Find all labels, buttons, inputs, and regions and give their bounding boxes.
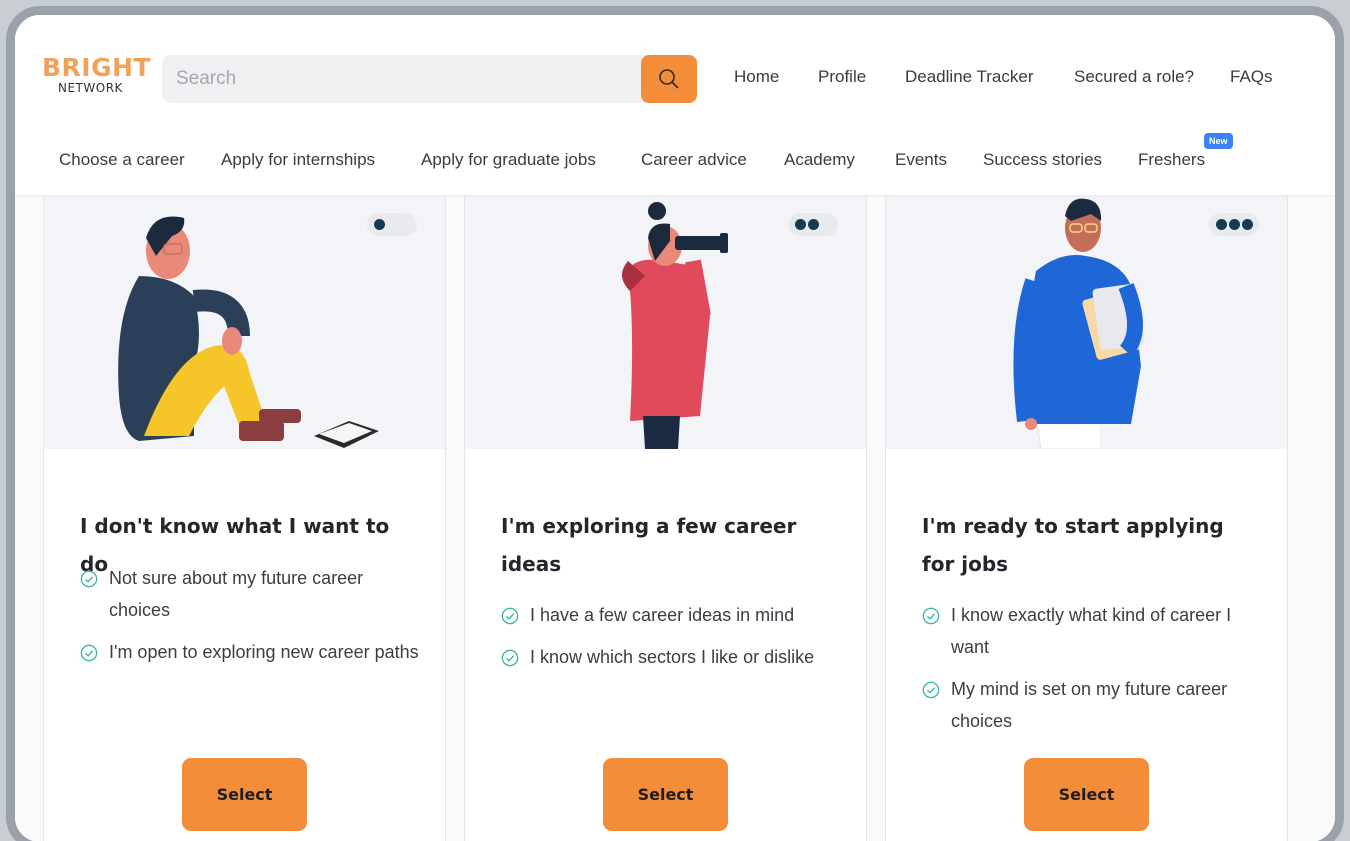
card-illustration <box>886 166 1287 449</box>
nav-link-academy[interactable]: Academy <box>784 150 855 170</box>
check-circle-icon <box>922 681 940 699</box>
career-stage-card-3: I'm ready to start applying for jobs I k… <box>885 165 1288 841</box>
card-title: I'm ready to start applying for jobs <box>922 514 1224 576</box>
progress-dot <box>387 219 398 230</box>
card-bullet-list: Not sure about my future career choices … <box>80 562 420 678</box>
progress-dots <box>367 213 417 236</box>
list-item: I'm open to exploring new career paths <box>80 636 420 668</box>
list-item: I know which sectors I like or dislike <box>501 641 841 673</box>
progress-dot <box>808 219 819 230</box>
device-frame: I don't know what I want to do Not sure … <box>6 6 1344 841</box>
nav-link-deadline-tracker[interactable]: Deadline Tracker <box>905 67 1034 87</box>
card-bullet-list: I have a few career ideas in mind I know… <box>501 599 841 683</box>
check-circle-icon <box>80 644 98 662</box>
select-button[interactable]: Select <box>182 758 307 831</box>
progress-dot <box>400 219 411 230</box>
browser-viewport: I don't know what I want to do Not sure … <box>15 15 1335 841</box>
progress-dots <box>1209 213 1259 236</box>
nav-link-events[interactable]: Events <box>895 150 947 170</box>
career-stage-card-2: I'm exploring a few career ideas I have … <box>464 165 867 841</box>
nav-link-home[interactable]: Home <box>734 67 779 87</box>
career-stage-card-1: I don't know what I want to do Not sure … <box>43 165 446 841</box>
list-item: I know exactly what kind of career I wan… <box>922 599 1262 663</box>
logo-wordmark: BRIGHT <box>42 53 152 82</box>
new-badge: New <box>1204 133 1233 149</box>
card-title: I'm exploring a few career ideas <box>501 514 797 576</box>
bullet-text: Not sure about my future career choices <box>109 568 364 620</box>
search-icon <box>659 69 679 89</box>
nav-link-apply-for-graduate-jobs[interactable]: Apply for graduate jobs <box>421 150 596 170</box>
bullet-text: I have a few career ideas in mind <box>530 605 795 625</box>
check-circle-icon <box>80 570 98 588</box>
card-illustration <box>465 166 866 449</box>
check-circle-icon <box>922 607 940 625</box>
person-with-folders-illustration <box>886 166 1287 449</box>
nav-link-profile[interactable]: Profile <box>818 67 866 87</box>
list-item: My mind is set on my future career choic… <box>922 673 1262 737</box>
bright-network-logo[interactable]: BRIGHT NETWORK <box>42 55 152 105</box>
list-item: Not sure about my future career choices <box>80 562 420 626</box>
progress-dot <box>1242 219 1253 230</box>
select-button[interactable]: Select <box>603 758 728 831</box>
card-bullet-list: I know exactly what kind of career I wan… <box>922 599 1262 747</box>
nav-link-freshers[interactable]: Freshers <box>1138 150 1205 170</box>
progress-dot <box>1229 219 1240 230</box>
progress-dot <box>795 219 806 230</box>
logo-subtitle: NETWORK <box>58 81 123 95</box>
bullet-text: I know which sectors I like or dislike <box>530 647 815 667</box>
select-button[interactable]: Select <box>1024 758 1149 831</box>
check-circle-icon <box>501 649 519 667</box>
progress-dot <box>821 219 832 230</box>
sitting-person-illustration <box>44 166 445 449</box>
progress-dots <box>788 213 838 236</box>
bullet-text: My mind is set on my future career choic… <box>951 679 1228 731</box>
site-header: BRIGHT NETWORK Home Profile Deadline Tra… <box>15 15 1335 195</box>
check-circle-icon <box>501 607 519 625</box>
bullet-text: I know exactly what kind of career I wan… <box>951 605 1232 657</box>
list-item: I have a few career ideas in mind <box>501 599 841 631</box>
search-button[interactable] <box>641 55 697 103</box>
progress-dot <box>1216 219 1227 230</box>
nav-link-choose-a-career[interactable]: Choose a career <box>59 150 185 170</box>
nav-link-faqs[interactable]: FAQs <box>1230 67 1273 87</box>
nav-link-secured-a-role[interactable]: Secured a role? <box>1074 67 1194 87</box>
nav-link-apply-for-internships[interactable]: Apply for internships <box>221 150 375 170</box>
person-with-telescope-illustration <box>465 166 866 449</box>
progress-dot <box>374 219 385 230</box>
nav-link-success-stories[interactable]: Success stories <box>983 150 1102 170</box>
card-illustration <box>44 166 445 449</box>
nav-link-career-advice[interactable]: Career advice <box>641 150 747 170</box>
search-input[interactable] <box>162 55 697 103</box>
bullet-text: I'm open to exploring new career paths <box>109 642 419 662</box>
